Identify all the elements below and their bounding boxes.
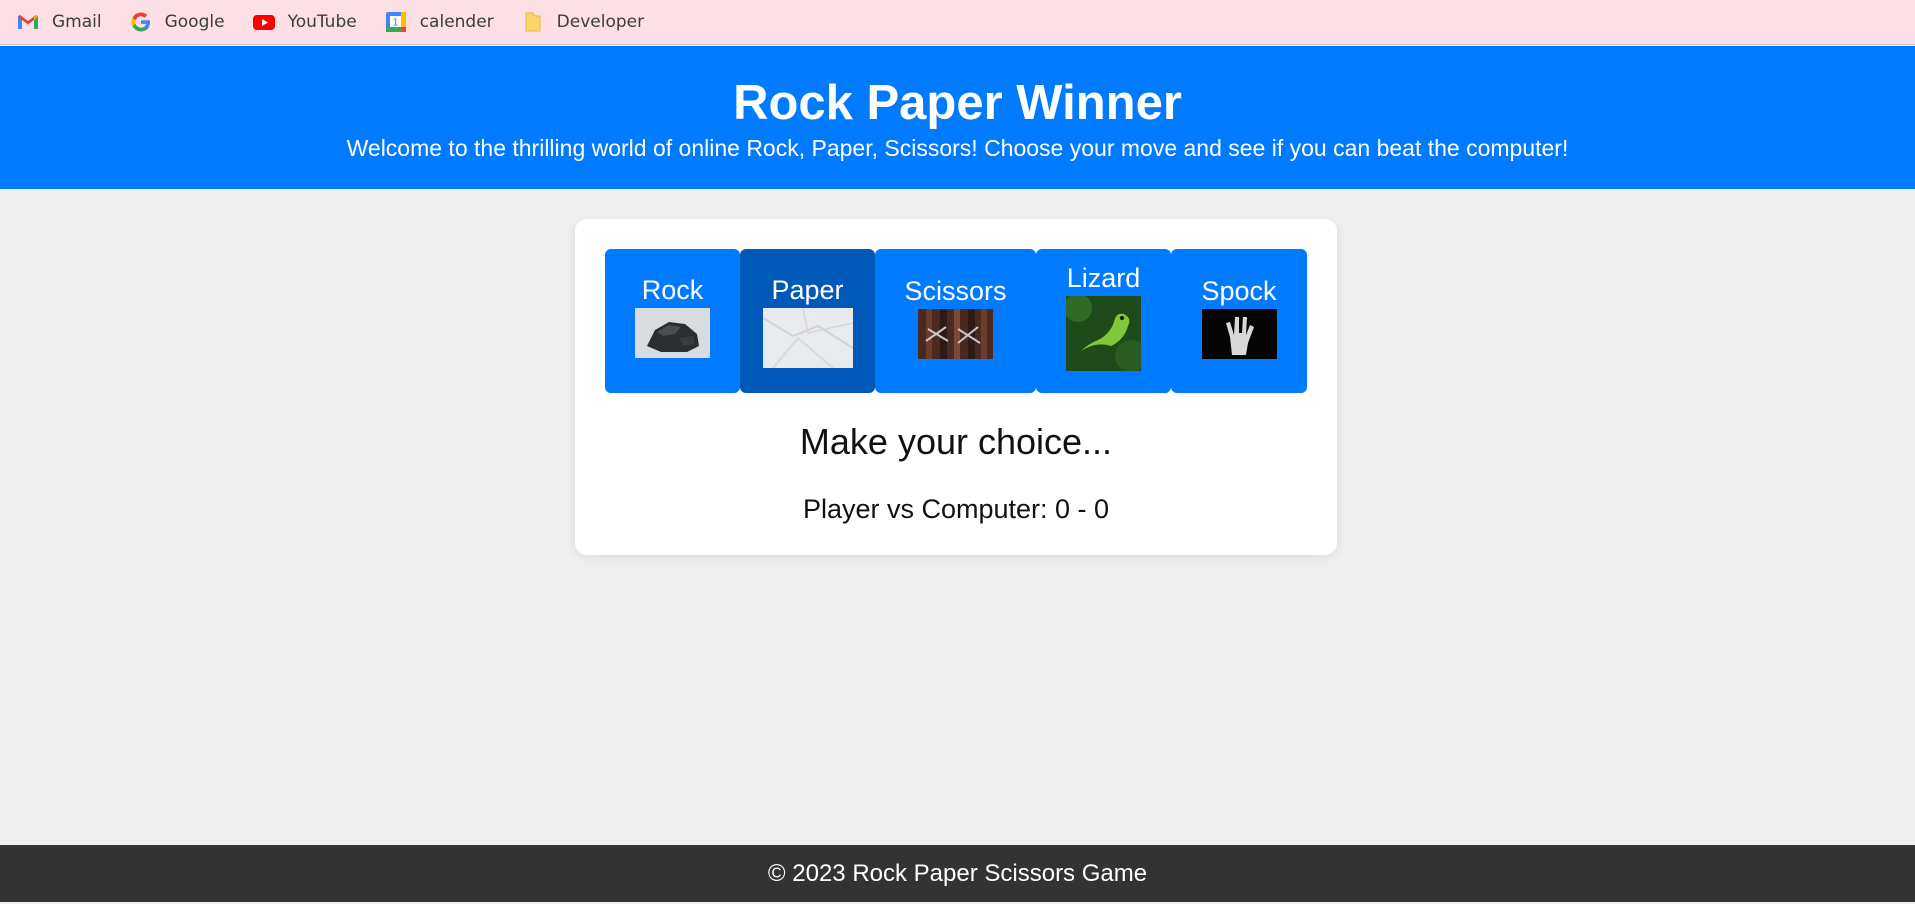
youtube-icon (252, 10, 276, 34)
bookmark-developer[interactable]: Developer (521, 7, 644, 37)
choice-label: Scissors (904, 276, 1007, 306)
bookmark-label: YouTube (287, 12, 357, 32)
bookmark-label: calender (419, 12, 494, 32)
spock-button[interactable]: Spock (1171, 249, 1307, 393)
choice-label: Lizard (1066, 263, 1141, 293)
footer-copyright: © 2023 Rock Paper Scissors Game (767, 860, 1148, 887)
bookmark-gmail[interactable]: Gmail (16, 7, 102, 37)
google-icon (129, 10, 153, 34)
rock-image (635, 308, 710, 358)
scissors-image (918, 309, 993, 359)
folder-icon (521, 10, 545, 34)
game-card: Rock Paper Scissors Lizard Spock Make yo… (575, 219, 1337, 555)
lizard-image (1066, 296, 1141, 371)
svg-text:1: 1 (392, 18, 398, 29)
bookmark-calendar[interactable]: 1 calender (384, 7, 494, 37)
bookmark-label: Developer (556, 12, 645, 32)
choice-label: Rock (641, 275, 704, 305)
choice-buttons: Rock Paper Scissors Lizard Spock (605, 249, 1307, 393)
lizard-button[interactable]: Lizard (1036, 249, 1171, 393)
calendar-icon: 1 (384, 10, 408, 34)
paper-image (762, 308, 853, 368)
bookmark-label: Gmail (52, 12, 102, 32)
gmail-icon (16, 10, 40, 34)
result-message: Make your choice... (799, 421, 1113, 462)
bookmarks-bar: Gmail Google YouTube 1 calender Develope… (0, 0, 1915, 45)
bookmark-label: Google (164, 12, 225, 32)
scissors-button[interactable]: Scissors (875, 249, 1036, 393)
paper-button[interactable]: Paper (740, 249, 875, 393)
spock-hand-image (1201, 309, 1277, 359)
choice-label: Spock (1201, 276, 1277, 306)
bookmark-youtube[interactable]: YouTube (252, 7, 357, 37)
page-footer: © 2023 Rock Paper Scissors Game (0, 845, 1915, 902)
page-header: Rock Paper Winner Welcome to the thrilli… (0, 46, 1915, 189)
choice-label: Paper (771, 275, 844, 305)
page-title: Rock Paper Winner (733, 76, 1182, 130)
score-display: Player vs Computer: 0 - 0 (802, 494, 1110, 524)
bookmark-google[interactable]: Google (129, 7, 225, 37)
page-subtitle: Welcome to the thrilling world of online… (346, 135, 1569, 161)
rock-button[interactable]: Rock (605, 249, 740, 393)
